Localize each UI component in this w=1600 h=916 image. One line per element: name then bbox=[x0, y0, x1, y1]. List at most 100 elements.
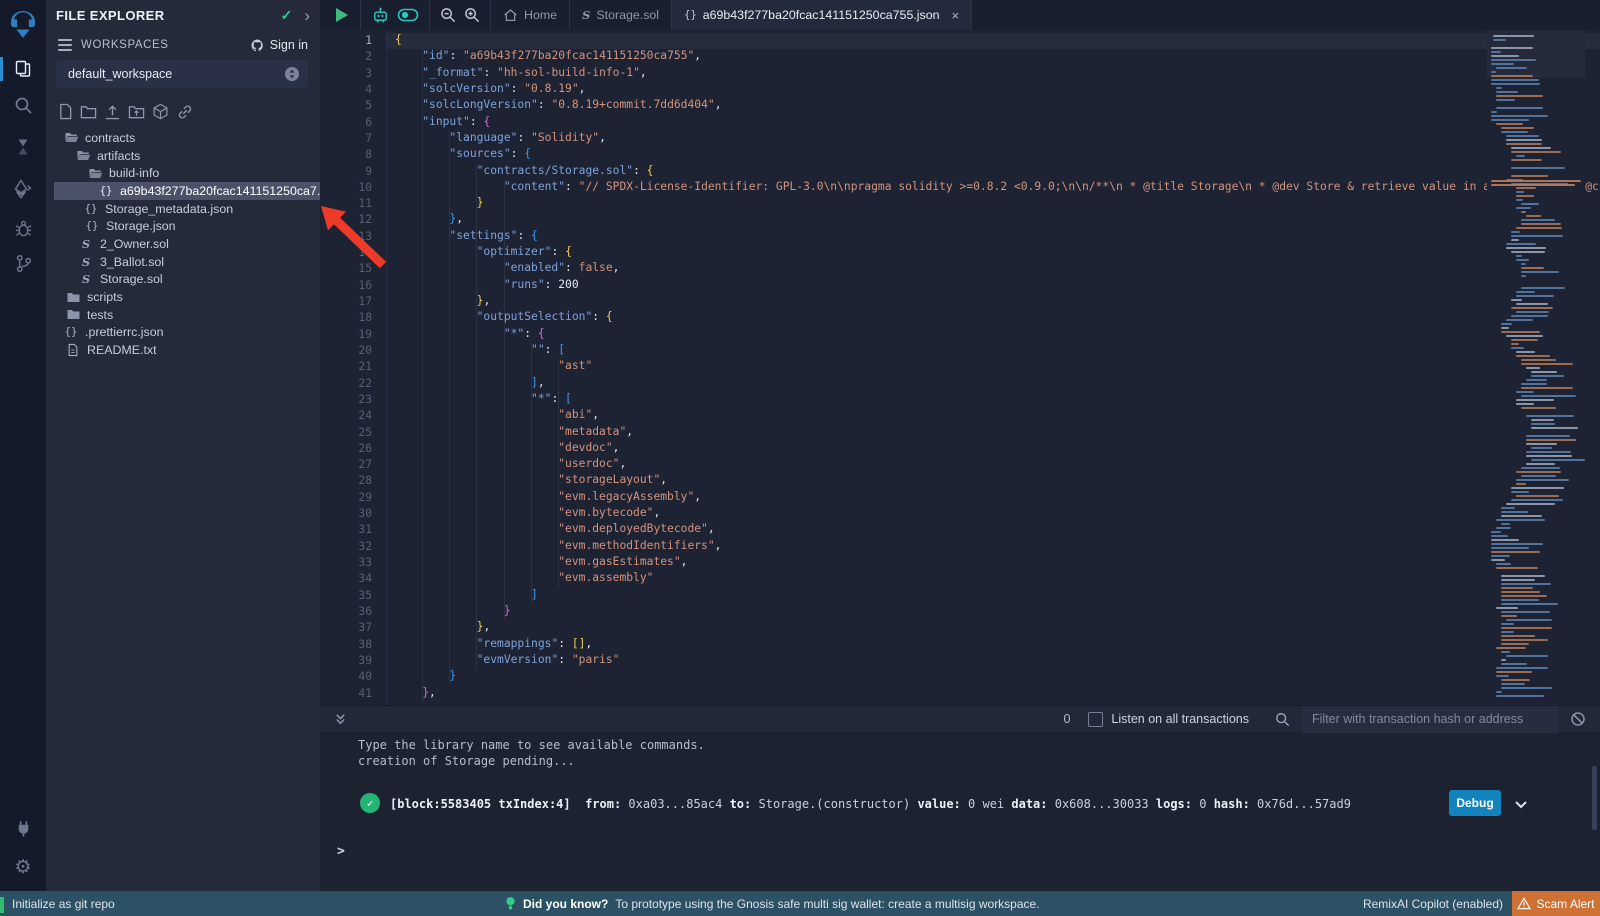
tree-item-readme-txt[interactable]: README.txt bbox=[46, 341, 320, 359]
line-number: 27 bbox=[320, 457, 372, 473]
line-number: 18 bbox=[320, 310, 372, 326]
run-script-button[interactable] bbox=[336, 8, 348, 22]
code-content: { "id": "a69b43f277ba20fcac141151250ca75… bbox=[395, 33, 1600, 702]
code-line: "settings": { bbox=[395, 229, 1600, 245]
chevron-right-icon[interactable]: › bbox=[304, 7, 310, 24]
tip-title: Did you know? bbox=[523, 897, 608, 911]
tree-item-artifacts[interactable]: artifacts bbox=[46, 147, 320, 165]
init-git-repo-button[interactable]: Initialize as git repo bbox=[12, 891, 115, 916]
line-number: 1 bbox=[320, 33, 372, 49]
code-line: "enabled": false, bbox=[395, 261, 1600, 277]
terminal-scrollbar[interactable] bbox=[1592, 766, 1597, 830]
code-line: } bbox=[395, 669, 1600, 685]
copilot-status[interactable]: RemixAI Copilot (enabled) bbox=[1363, 891, 1503, 916]
tree-item-storage-json[interactable]: {}Storage.json bbox=[46, 217, 320, 235]
scam-alert-badge[interactable]: Scam Alert bbox=[1512, 891, 1600, 916]
plugin-manager-icon[interactable] bbox=[0, 816, 46, 840]
tab-storage-sol[interactable]: SStorage.sol bbox=[570, 0, 672, 30]
copilot-toggle-icon[interactable] bbox=[397, 7, 419, 23]
code-line: "id": "a69b43f277ba20fcac141151250ca755"… bbox=[395, 49, 1600, 65]
line-number: 4 bbox=[320, 82, 372, 98]
tree-item-storage-metadata-json[interactable]: {}Storage_metadata.json bbox=[46, 200, 320, 218]
tree-item-a69b43f277ba20fcac141151250ca7-[interactable]: {}a69b43f277ba20fcac141151250ca7... bbox=[54, 182, 320, 200]
remix-logo-icon[interactable] bbox=[0, 8, 46, 44]
code-line: "runs": 200 bbox=[395, 278, 1600, 294]
git-icon[interactable] bbox=[0, 251, 46, 275]
upload-folder-icon[interactable] bbox=[128, 103, 145, 120]
tab-a69b43f277ba20fcac141151250ca755-json[interactable]: {}a69b43f277ba20fcac141151250ca755.json× bbox=[672, 0, 972, 30]
tree-item-2-owner-sol[interactable]: S2_Owner.sol bbox=[46, 235, 320, 253]
hamburger-menu-icon[interactable] bbox=[58, 39, 72, 51]
indent-guide bbox=[422, 49, 423, 702]
code-line: "optimizer": { bbox=[395, 245, 1600, 261]
sol-icon: S bbox=[78, 272, 94, 286]
code-editor[interactable]: 1234567891011121314151617181920212223242… bbox=[320, 30, 1600, 705]
code-line: "*": { bbox=[395, 327, 1600, 343]
tab-home[interactable]: Home bbox=[490, 0, 570, 30]
minimap-slider[interactable] bbox=[1487, 30, 1585, 78]
sign-in-button[interactable]: Sign in bbox=[250, 38, 308, 53]
zoom-out-icon[interactable] bbox=[440, 7, 456, 23]
transaction-log[interactable]: [block:5583405 txIndex:4] from: 0xa03...… bbox=[390, 797, 1358, 811]
tree-item-label: Storage.sol bbox=[100, 272, 163, 286]
debug-button[interactable]: Debug bbox=[1449, 790, 1501, 816]
line-number: 6 bbox=[320, 115, 372, 131]
workspaces-label: WORKSPACES bbox=[81, 39, 169, 51]
close-tab-icon[interactable]: × bbox=[952, 8, 960, 23]
tx-expand-chevron-icon[interactable] bbox=[1514, 796, 1528, 815]
listen-all-checkbox[interactable] bbox=[1088, 712, 1103, 727]
debugger-icon[interactable] bbox=[0, 216, 46, 240]
upload-file-icon[interactable] bbox=[104, 103, 121, 120]
load-box-icon[interactable] bbox=[152, 103, 169, 120]
tree-item-label: Storage.json bbox=[106, 219, 176, 233]
transaction-filter-input[interactable] bbox=[1302, 706, 1558, 733]
line-number: 37 bbox=[320, 620, 372, 636]
deploy-run-icon[interactable] bbox=[0, 177, 46, 201]
line-number: 25 bbox=[320, 425, 372, 441]
code-line: "userdoc", bbox=[395, 457, 1600, 473]
tree-item--prettierrc-json[interactable]: {}.prettierrc.json bbox=[46, 324, 320, 342]
terminal-messages: Type the library name to see available c… bbox=[358, 737, 705, 769]
minimap[interactable] bbox=[1487, 30, 1585, 705]
new-folder-icon[interactable] bbox=[80, 103, 97, 120]
terminal[interactable]: Type the library name to see available c… bbox=[320, 732, 1600, 891]
tree-item-tests[interactable]: tests bbox=[46, 306, 320, 324]
solidity-compiler-icon[interactable] bbox=[0, 135, 46, 159]
link-icon[interactable] bbox=[176, 103, 194, 120]
tree-item-label: a69b43f277ba20fcac141151250ca7... bbox=[120, 184, 320, 198]
code-line: "evm.legacyAssembly", bbox=[395, 490, 1600, 506]
folder-icon bbox=[65, 291, 81, 304]
file-explorer-panel: FILE EXPLORER ✓ › WORKSPACES Sign in def… bbox=[46, 0, 320, 891]
tree-item-contracts[interactable]: contracts bbox=[46, 129, 320, 147]
clear-console-icon[interactable] bbox=[1570, 711, 1586, 727]
terminal-prompt: > bbox=[337, 844, 345, 859]
code-line: }, bbox=[395, 620, 1600, 636]
code-line: "ast" bbox=[395, 359, 1600, 375]
settings-icon[interactable]: ⚙ bbox=[0, 855, 46, 879]
code-line: "solcLongVersion": "0.8.19+commit.7dd6d4… bbox=[395, 98, 1600, 114]
line-number: 34 bbox=[320, 571, 372, 587]
new-file-icon[interactable] bbox=[58, 103, 73, 120]
transaction-count-badge: 0 bbox=[1063, 712, 1070, 726]
tx-success-icon: ✓ bbox=[360, 793, 380, 813]
tree-item-label: scripts bbox=[87, 290, 123, 304]
file-explorer-icon[interactable] bbox=[0, 57, 46, 81]
tree-item-label: artifacts bbox=[97, 149, 140, 163]
expand-terminal-icon[interactable] bbox=[334, 712, 347, 726]
tree-item-build-info[interactable]: build-info bbox=[46, 164, 320, 182]
ai-assistant-icon[interactable] bbox=[371, 6, 390, 25]
search-icon[interactable] bbox=[0, 93, 46, 117]
tree-item-3-ballot-sol[interactable]: S3_Ballot.sol bbox=[46, 253, 320, 271]
workspace-select[interactable]: default_workspace bbox=[56, 60, 308, 88]
tree-item-scripts[interactable]: scripts bbox=[46, 288, 320, 306]
line-number: 41 bbox=[320, 686, 372, 702]
zoom-in-icon[interactable] bbox=[464, 7, 480, 23]
sign-in-label: Sign in bbox=[270, 38, 308, 52]
code-line: "evmVersion": "paris" bbox=[395, 653, 1600, 669]
code-line: "evm.assembly" bbox=[395, 571, 1600, 587]
line-number: 3 bbox=[320, 66, 372, 82]
tree-item-storage-sol[interactable]: S Storage.sol bbox=[46, 271, 320, 289]
tree-item-label: 3_Ballot.sol bbox=[100, 255, 164, 269]
listen-all-label[interactable]: Listen on all transactions bbox=[1111, 712, 1249, 726]
file-tree: contracts artifactsbuild-info{}a69b43f277… bbox=[46, 129, 320, 359]
